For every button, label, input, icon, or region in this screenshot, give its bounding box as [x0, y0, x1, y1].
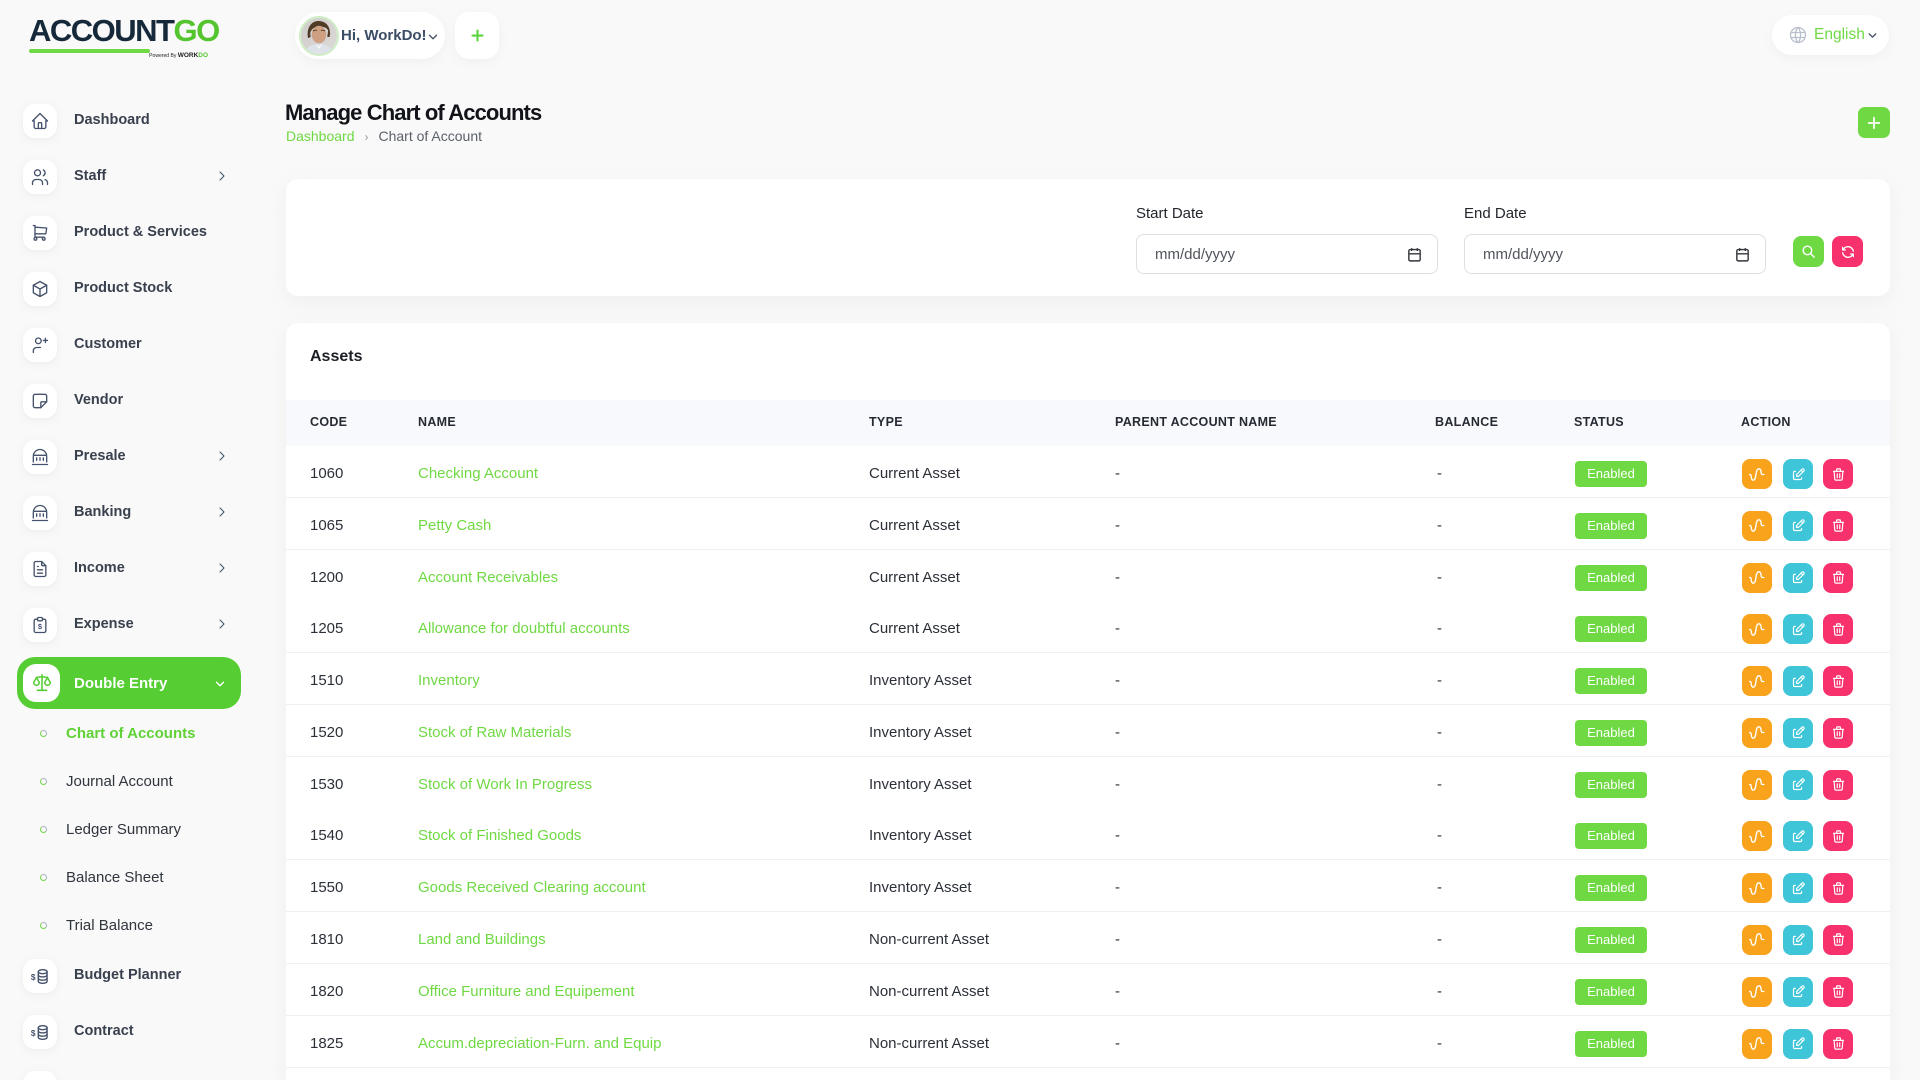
svg-text:$: $: [30, 1028, 35, 1038]
svg-text:$: $: [30, 972, 35, 982]
svg-text:$: $: [38, 622, 43, 631]
